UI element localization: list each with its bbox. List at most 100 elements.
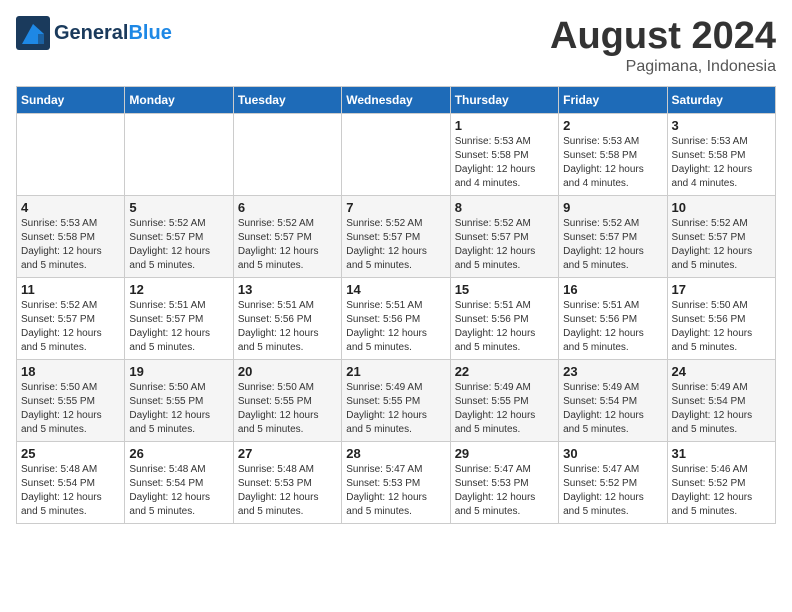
day-info: Sunrise: 5:52 AM Sunset: 5:57 PM Dayligh…: [238, 217, 337, 273]
day-info: Sunrise: 5:49 AM Sunset: 5:55 PM Dayligh…: [346, 381, 445, 437]
calendar-cell: 21 Sunrise: 5:49 AM Sunset: 5:55 PM Dayli…: [342, 359, 450, 441]
day-number: 29: [455, 446, 554, 461]
day-info: Sunrise: 5:52 AM Sunset: 5:57 PM Dayligh…: [672, 217, 771, 273]
calendar-header: SundayMondayTuesdayWednesdayThursdayFrid…: [17, 86, 776, 113]
day-info: Sunrise: 5:50 AM Sunset: 5:55 PM Dayligh…: [238, 381, 337, 437]
calendar-cell: 1Sunrise: 5:53 AM Sunset: 5:58 PM Daylig…: [450, 113, 558, 195]
day-info: Sunrise: 5:53 AM Sunset: 5:58 PM Dayligh…: [672, 135, 771, 191]
day-info: Sunrise: 5:51 AM Sunset: 5:56 PM Dayligh…: [563, 299, 662, 355]
day-number: 1: [455, 118, 554, 133]
day-info: Sunrise: 5:48 AM Sunset: 5:54 PM Dayligh…: [21, 463, 120, 519]
day-number: 5: [129, 200, 228, 215]
day-number: 20: [238, 364, 337, 379]
weekday-header-saturday: Saturday: [667, 86, 775, 113]
calendar-cell: 6 Sunrise: 5:52 AM Sunset: 5:57 PM Daylig…: [233, 195, 341, 277]
calendar-cell: 23 Sunrise: 5:49 AM Sunset: 5:54 PM Dayli…: [559, 359, 667, 441]
day-info: Sunrise: 5:46 AM Sunset: 5:52 PM Dayligh…: [672, 463, 771, 519]
day-info: Sunrise: 5:47 AM Sunset: 5:53 PM Dayligh…: [346, 463, 445, 519]
calendar-cell: 11 Sunrise: 5:52 AM Sunset: 5:57 PM Dayli…: [17, 277, 125, 359]
day-number: 25: [21, 446, 120, 461]
day-number: 18: [21, 364, 120, 379]
calendar-cell: 4Sunrise: 5:53 AM Sunset: 5:58 PM Daylig…: [17, 195, 125, 277]
header: GeneralBlue August 2024 Pagimana, Indone…: [16, 16, 776, 76]
calendar-cell: 25 Sunrise: 5:48 AM Sunset: 5:54 PM Dayli…: [17, 441, 125, 523]
day-info: Sunrise: 5:48 AM Sunset: 5:53 PM Dayligh…: [238, 463, 337, 519]
calendar-cell: 13 Sunrise: 5:51 AM Sunset: 5:56 PM Dayli…: [233, 277, 341, 359]
weekday-header-sunday: Sunday: [17, 86, 125, 113]
day-number: 30: [563, 446, 662, 461]
logo-blue: Blue: [128, 22, 171, 44]
logo-general: General: [54, 22, 128, 44]
day-info: Sunrise: 5:49 AM Sunset: 5:54 PM Dayligh…: [563, 381, 662, 437]
title-block: August 2024 Pagimana, Indonesia: [550, 16, 776, 76]
calendar-body: 1 Sunrise: 5:53 AM Sunset: 5:58 PM Daylig…: [17, 113, 776, 523]
calendar-cell: 26 Sunrise: 5:48 AM Sunset: 5:54 PM Dayli…: [125, 441, 233, 523]
day-info: Sunrise: 5:47 AM Sunset: 5:53 PM Dayligh…: [455, 463, 554, 519]
calendar-week-3: 11 Sunrise: 5:52 AM Sunset: 5:57 PM Dayli…: [17, 277, 776, 359]
day-number: 13: [238, 282, 337, 297]
logo: GeneralBlue: [16, 16, 172, 50]
day-number: 27: [238, 446, 337, 461]
calendar-cell: 19 Sunrise: 5:50 AM Sunset: 5:55 PM Dayli…: [125, 359, 233, 441]
day-info: Sunrise: 5:48 AM Sunset: 5:54 PM Dayligh…: [129, 463, 228, 519]
calendar-cell: 20 Sunrise: 5:50 AM Sunset: 5:55 PM Dayli…: [233, 359, 341, 441]
day-info: Sunrise: 5:52 AM Sunset: 5:57 PM Dayligh…: [346, 217, 445, 273]
month-year: August 2024: [550, 16, 776, 58]
day-number: 26: [129, 446, 228, 461]
day-info: Sunrise: 5:51 AM Sunset: 5:56 PM Dayligh…: [455, 299, 554, 355]
calendar-cell: 9Sunrise: 5:52 AM Sunset: 5:57 PM Daylig…: [559, 195, 667, 277]
weekday-header-friday: Friday: [559, 86, 667, 113]
day-number: 3: [672, 118, 771, 133]
day-info: Sunrise: 5:49 AM Sunset: 5:54 PM Dayligh…: [672, 381, 771, 437]
day-number: 7: [346, 200, 445, 215]
day-number: 14: [346, 282, 445, 297]
weekday-header-wednesday: Wednesday: [342, 86, 450, 113]
day-info: Sunrise: 5:52 AM Sunset: 5:57 PM Dayligh…: [455, 217, 554, 273]
day-number: 21: [346, 364, 445, 379]
calendar-week-5: 25 Sunrise: 5:48 AM Sunset: 5:54 PM Dayli…: [17, 441, 776, 523]
day-info: Sunrise: 5:52 AM Sunset: 5:57 PM Dayligh…: [21, 299, 120, 355]
day-info: Sunrise: 5:50 AM Sunset: 5:55 PM Dayligh…: [21, 381, 120, 437]
day-number: 11: [21, 282, 120, 297]
day-number: 22: [455, 364, 554, 379]
calendar-cell: [342, 113, 450, 195]
day-number: 8: [455, 200, 554, 215]
day-number: 6: [238, 200, 337, 215]
logo-icon: [16, 16, 50, 50]
calendar-cell: 17Sunrise: 5:50 AM Sunset: 5:56 PM Dayli…: [667, 277, 775, 359]
day-info: Sunrise: 5:47 AM Sunset: 5:52 PM Dayligh…: [563, 463, 662, 519]
day-number: 2: [563, 118, 662, 133]
calendar-cell: [125, 113, 233, 195]
calendar-week-1: 1 Sunrise: 5:53 AM Sunset: 5:58 PM Daylig…: [17, 113, 776, 195]
day-number: 12: [129, 282, 228, 297]
weekday-header-tuesday: Tuesday: [233, 86, 341, 113]
day-info: Sunrise: 5:49 AM Sunset: 5:55 PM Dayligh…: [455, 381, 554, 437]
day-number: 23: [563, 364, 662, 379]
location: Pagimana, Indonesia: [550, 58, 776, 76]
calendar-cell: 22 Sunrise: 5:49 AM Sunset: 5:55 PM Dayli…: [450, 359, 558, 441]
weekday-header-thursday: Thursday: [450, 86, 558, 113]
day-number: 4: [21, 200, 120, 215]
calendar-cell: 29 Sunrise: 5:47 AM Sunset: 5:53 PM Dayli…: [450, 441, 558, 523]
calendar-week-2: 4Sunrise: 5:53 AM Sunset: 5:58 PM Daylig…: [17, 195, 776, 277]
day-number: 16: [563, 282, 662, 297]
day-info: Sunrise: 5:52 AM Sunset: 5:57 PM Dayligh…: [563, 217, 662, 273]
calendar-week-4: 18 Sunrise: 5:50 AM Sunset: 5:55 PM Dayli…: [17, 359, 776, 441]
day-info: Sunrise: 5:51 AM Sunset: 5:56 PM Dayligh…: [238, 299, 337, 355]
day-info: Sunrise: 5:51 AM Sunset: 5:56 PM Dayligh…: [346, 299, 445, 355]
calendar-cell: 2Sunrise: 5:53 AM Sunset: 5:58 PM Daylig…: [559, 113, 667, 195]
day-number: 24: [672, 364, 771, 379]
calendar-cell: 15 Sunrise: 5:51 AM Sunset: 5:56 PM Dayli…: [450, 277, 558, 359]
calendar-cell: 31 Sunrise: 5:46 AM Sunset: 5:52 PM Dayli…: [667, 441, 775, 523]
calendar: SundayMondayTuesdayWednesdayThursdayFrid…: [16, 86, 776, 524]
day-number: 31: [672, 446, 771, 461]
day-number: 19: [129, 364, 228, 379]
day-number: 15: [455, 282, 554, 297]
calendar-cell: 18 Sunrise: 5:50 AM Sunset: 5:55 PM Dayli…: [17, 359, 125, 441]
calendar-cell: 3 Sunrise: 5:53 AM Sunset: 5:58 PM Daylig…: [667, 113, 775, 195]
calendar-cell: 14 Sunrise: 5:51 AM Sunset: 5:56 PM Dayli…: [342, 277, 450, 359]
day-number: 28: [346, 446, 445, 461]
day-number: 10: [672, 200, 771, 215]
day-info: Sunrise: 5:50 AM Sunset: 5:55 PM Dayligh…: [129, 381, 228, 437]
day-number: 17: [672, 282, 771, 297]
